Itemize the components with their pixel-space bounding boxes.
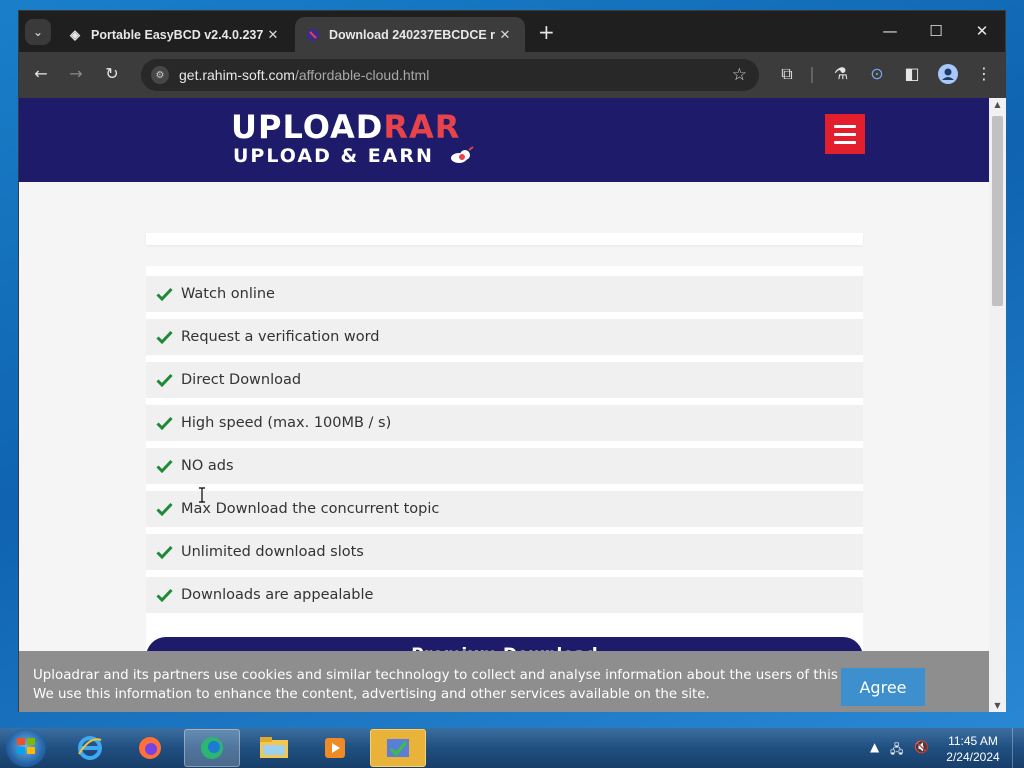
url-host: get.rahim-soft.com xyxy=(179,67,295,83)
hamburger-menu-button[interactable] xyxy=(825,114,865,154)
close-window-icon[interactable]: ✕ xyxy=(959,11,1005,51)
internet-explorer-icon[interactable] xyxy=(62,729,118,767)
logo[interactable]: UPLOADRAR xyxy=(231,108,460,146)
agree-button[interactable]: Agree xyxy=(841,668,925,706)
logo-tagline: UPLOAD & EARN xyxy=(233,145,434,167)
feature-item: NO ads xyxy=(146,448,863,486)
checkmark-icon xyxy=(156,545,173,559)
tab-search-button[interactable]: ⌄ xyxy=(25,19,51,45)
feature-item: Downloads are appealable xyxy=(146,577,863,615)
scroll-down-icon[interactable]: ▼ xyxy=(989,701,1006,710)
tab-strip: ⌄ ◈ Portable EasyBCD v2.4.0.237 C ✕ Down… xyxy=(19,11,1005,52)
address-bar[interactable]: ⚙ get.rahim-soft.com/affordable-cloud.ht… xyxy=(141,59,759,91)
show-desktop-button[interactable] xyxy=(1012,728,1024,768)
cookie-banner: Uploadrar and its partners use cookies a… xyxy=(19,651,989,712)
feature-item: Max Download the concurrent topic xyxy=(146,491,863,529)
tab-easybcd[interactable]: ◈ Portable EasyBCD v2.4.0.237 C ✕ xyxy=(57,17,293,52)
feature-text: Direct Download xyxy=(181,372,302,388)
taskbar: ▲ 🖧 🔇 11:45 AM 2/24/2024 xyxy=(0,728,1024,768)
tab-title: Download 240237EBCDCE rar xyxy=(329,27,495,42)
show-hidden-icons[interactable]: ▲ xyxy=(870,740,879,754)
tab-download[interactable]: Download 240237EBCDCE rar ✕ xyxy=(295,17,525,52)
close-icon[interactable]: ✕ xyxy=(495,27,515,43)
media-player-icon[interactable] xyxy=(307,729,363,767)
feature-item: Unlimited download slots xyxy=(146,534,863,572)
logo-upload-text: UPLOAD xyxy=(231,108,384,146)
feature-text: Max Download the concurrent topic xyxy=(181,501,440,517)
clock-time: 11:45 AM xyxy=(948,734,998,748)
feature-item: Watch online xyxy=(146,276,863,314)
edge-icon[interactable] xyxy=(184,729,240,767)
scroll-up-icon[interactable]: ▲ xyxy=(989,100,1006,109)
bookmark-star-icon[interactable]: ☆ xyxy=(732,65,747,85)
network-icon[interactable]: 🖧 xyxy=(890,740,903,761)
feature-text: High speed (max. 100MB / s) xyxy=(181,415,392,431)
checkmark-icon xyxy=(156,416,173,430)
feature-text: Watch online xyxy=(181,286,275,302)
card-top-strip xyxy=(146,233,863,245)
installer-app-icon[interactable] xyxy=(370,729,426,767)
file-explorer-icon[interactable] xyxy=(246,729,302,767)
extensions-icon[interactable]: ⧉ xyxy=(776,64,798,84)
checkmark-icon xyxy=(156,588,173,602)
checkmark-icon xyxy=(156,459,173,473)
cookie-text-line1: Uploadrar and its partners use cookies a… xyxy=(33,668,899,683)
logo-rar-text: RAR xyxy=(383,108,461,146)
site-info-icon[interactable]: ⚙ xyxy=(151,66,169,84)
cloud-upload-icon xyxy=(451,146,474,163)
labs-flask-icon[interactable]: ⚗ xyxy=(830,64,852,83)
tab-title: Portable EasyBCD v2.4.0.237 C xyxy=(91,27,263,42)
reload-icon[interactable]: ↻ xyxy=(101,64,123,83)
easybcd-diamond-icon: ◈ xyxy=(70,26,80,42)
feature-text: Unlimited download slots xyxy=(181,544,364,560)
firefox-icon[interactable] xyxy=(122,729,178,767)
feature-text: Downloads are appealable xyxy=(181,587,374,603)
back-icon[interactable]: ← xyxy=(30,64,52,83)
url-path: /affordable-cloud.html xyxy=(294,67,430,83)
text-cursor-icon xyxy=(199,487,205,503)
clock-date: 2/24/2024 xyxy=(946,750,1000,764)
checkmark-icon xyxy=(156,502,173,516)
feature-text: Request a verification word xyxy=(181,329,380,345)
scroll-thumb[interactable] xyxy=(992,116,1003,306)
volume-muted-icon[interactable]: 🔇 xyxy=(914,740,929,754)
browser-toolbar: ← → ↻ ⚙ get.rahim-soft.com/affordable-cl… xyxy=(19,52,1005,98)
feature-item: Request a verification word xyxy=(146,319,863,357)
checkmark-icon xyxy=(156,287,173,301)
profile-avatar-icon[interactable] xyxy=(937,64,959,88)
clock[interactable]: 11:45 AM 2/24/2024 xyxy=(938,733,1008,765)
feature-item: Direct Download xyxy=(146,362,863,400)
page-viewport: UPLOADRAR UPLOAD & EARN Watch online Req… xyxy=(19,98,989,712)
side-panel-icon[interactable]: ◧ xyxy=(901,64,923,83)
site-header: UPLOADRAR UPLOAD & EARN xyxy=(19,98,989,182)
toolbar-divider: | xyxy=(809,64,815,83)
vertical-scrollbar[interactable]: ▲ ▼ xyxy=(989,98,1006,712)
browser-window: ⌄ ◈ Portable EasyBCD v2.4.0.237 C ✕ Down… xyxy=(18,10,1006,712)
cookie-text: Uploadrar and its partners use cookies a… xyxy=(33,666,898,704)
feature-text: NO ads xyxy=(181,458,234,474)
cookie-text-line2: We use this information to enhance the c… xyxy=(33,687,710,702)
feature-item: High speed (max. 100MB / s) xyxy=(146,405,863,443)
download-icon[interactable]: ⊙ xyxy=(866,64,888,83)
checkmark-icon xyxy=(156,330,173,344)
maximize-icon[interactable]: ☐ xyxy=(913,11,959,51)
checkmark-icon xyxy=(156,373,173,387)
minimize-icon[interactable]: — xyxy=(867,11,913,51)
menu-kebab-icon[interactable]: ⋮ xyxy=(973,64,995,83)
start-button[interactable] xyxy=(6,729,46,767)
close-icon[interactable]: ✕ xyxy=(263,27,283,43)
windows-logo-icon xyxy=(16,737,36,760)
uploadrar-favicon xyxy=(305,27,321,43)
new-tab-icon[interactable]: + xyxy=(538,20,555,44)
forward-icon[interactable]: → xyxy=(65,64,87,83)
